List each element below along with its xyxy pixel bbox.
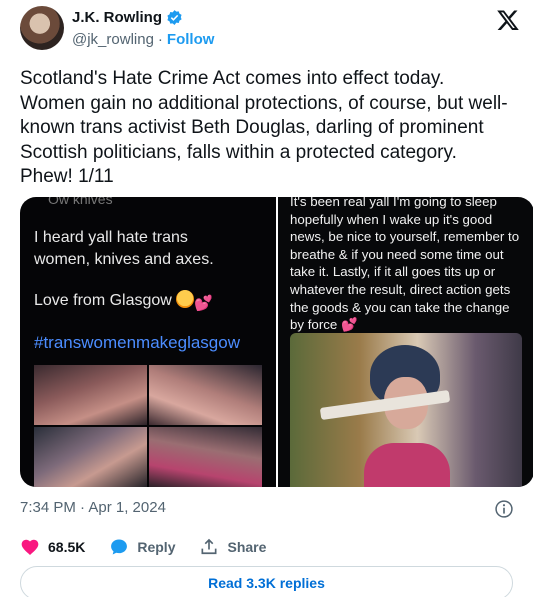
media-left-line3: Love from Glasgow (34, 292, 172, 309)
media-left-hashtag: #transwomenmakeglasgow (34, 333, 240, 352)
tweet-header: J.K. Rowling @jk_rowling · Follow (20, 2, 520, 54)
action-bar: 68.5K Reply Share (20, 536, 514, 558)
media-image-left[interactable]: Ow knives I heard yall hate trans women,… (20, 197, 276, 487)
collage-photo (149, 427, 262, 487)
hearts-emoji-icon: 💕 (341, 317, 358, 333)
photo-top (364, 443, 450, 487)
media-image-right[interactable]: It's been real yall I'm going to sleep h… (278, 197, 533, 487)
reply-bubble-icon (111, 539, 128, 555)
handle-separator: · (157, 31, 163, 48)
verified-badge-icon (167, 10, 182, 25)
heart-icon (21, 539, 39, 555)
follow-button[interactable]: Follow (167, 31, 215, 48)
collage-photo (34, 427, 147, 487)
avatar[interactable] (20, 6, 64, 50)
media-right-photo (290, 333, 522, 487)
collage-photo (149, 365, 262, 425)
reply-label: Reply (137, 539, 176, 555)
collage-photo (34, 365, 147, 425)
info-icon[interactable] (494, 499, 514, 519)
author-display-name[interactable]: J.K. Rowling (72, 9, 162, 26)
share-icon (201, 538, 217, 555)
like-count: 68.5K (48, 539, 86, 555)
tweet-timestamp[interactable]: 7:34 PM · Apr 1, 2024 (20, 499, 166, 516)
media-right-text: It's been real yall I'm going to sleep h… (290, 197, 520, 333)
tweet-text: Scotland's Hate Crime Act comes into eff… (20, 68, 508, 187)
hearts-emoji-icon: 💕 (194, 295, 213, 312)
like-button[interactable]: 68.5K (20, 537, 85, 557)
reply-button[interactable]: Reply (109, 537, 175, 557)
media-left-cut-text: Ow knives (48, 197, 113, 207)
media-left-line2: women, knives and axes. (34, 251, 214, 268)
timestamp-row: 7:34 PM · Apr 1, 2024 (20, 499, 514, 519)
media-left-line3-row: Love from Glasgow 💕 (34, 290, 213, 312)
share-label: Share (227, 539, 267, 555)
handle-row: @jk_rowling · Follow (72, 31, 214, 48)
photo-collage (34, 365, 262, 487)
kiss-emoji-icon (176, 290, 195, 308)
name-row: J.K. Rowling (72, 9, 183, 26)
media-right-text-block: It's been real yall I'm going to sleep h… (290, 197, 522, 334)
x-logo-icon[interactable] (496, 8, 520, 32)
read-replies-button[interactable]: Read 3.3K replies (20, 566, 513, 597)
media-left-line1: I heard yall hate trans (34, 229, 188, 246)
author-handle[interactable]: @jk_rowling (72, 31, 154, 48)
share-button[interactable]: Share (199, 537, 266, 557)
tweet-media[interactable]: Ow knives I heard yall hate trans women,… (20, 197, 533, 487)
